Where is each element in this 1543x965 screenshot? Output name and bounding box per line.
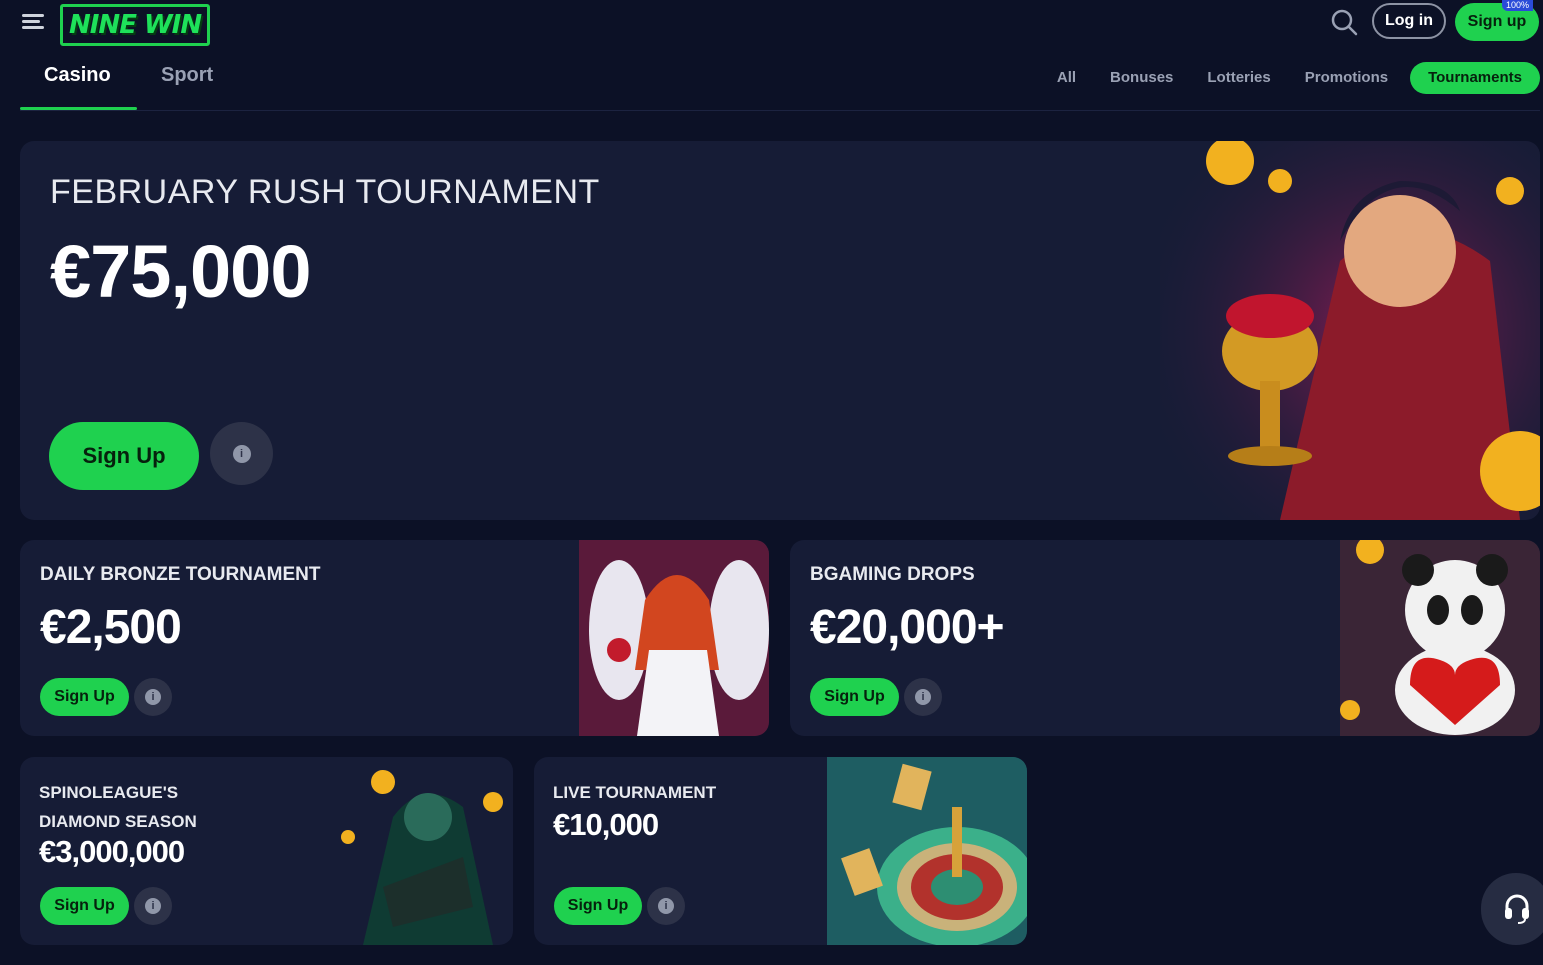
filter-lotteries[interactable]: Lotteries (1195, 62, 1282, 94)
tournament-signup-button[interactable]: Sign Up (40, 887, 129, 925)
logo[interactable]: NINE WIN (60, 4, 211, 46)
info-button[interactable]: i (134, 887, 172, 925)
filter-tabs: All Bonuses Lotteries Promotions Tournam… (1035, 62, 1540, 94)
info-button[interactable]: i (904, 678, 942, 716)
info-icon: i (658, 898, 674, 914)
menu-icon[interactable] (20, 12, 46, 32)
headset-icon (1505, 894, 1529, 924)
promo-illustration (827, 757, 1027, 945)
tournament-prize: €20,000+ (810, 601, 1005, 654)
info-button[interactable]: i (647, 887, 685, 925)
tournament-prize: €3,000,000 (39, 834, 185, 869)
promo-illustration (579, 540, 769, 736)
top-bar: NINE WIN Log in Sign up 100% (0, 0, 1543, 46)
login-button[interactable]: Log in (1372, 3, 1446, 39)
tournament-card[interactable]: BGAMING DROPS €20,000+ Sign Up i (790, 540, 1540, 736)
tournament-prize: €10,000 (553, 807, 659, 842)
tournament-signup-button[interactable]: Sign Up (40, 678, 129, 716)
filter-bonuses[interactable]: Bonuses (1098, 62, 1185, 94)
info-button[interactable]: i (134, 678, 172, 716)
tournament-signup-button[interactable]: Sign Up (810, 678, 899, 716)
active-tab-indicator (20, 107, 137, 110)
support-chat-button[interactable] (1481, 873, 1543, 945)
promo-illustration (1160, 141, 1540, 520)
tab-casino[interactable]: Casino (44, 64, 111, 87)
filter-promotions[interactable]: Promotions (1293, 62, 1400, 94)
info-icon: i (145, 689, 161, 705)
search-icon[interactable] (1330, 8, 1358, 36)
filter-all[interactable]: All (1045, 62, 1088, 94)
tournament-prize: €75,000 (50, 230, 311, 313)
tournament-title: FEBRUARY RUSH TOURNAMENT (50, 173, 600, 211)
tournament-title: BGAMING DROPS (810, 564, 975, 585)
tournament-card[interactable]: LIVE TOURNAMENT €10,000 Sign Up i (534, 757, 1027, 945)
info-icon: i (915, 689, 931, 705)
tournament-title: LIVE TOURNAMENT (553, 783, 717, 802)
tournament-prize: €2,500 (40, 601, 182, 654)
tournament-title: DAILY BRONZE TOURNAMENT (40, 564, 321, 585)
info-icon: i (145, 898, 161, 914)
info-icon: i (232, 444, 251, 463)
promo-illustration (341, 770, 503, 945)
tournament-signup-button[interactable]: Sign Up (554, 887, 642, 925)
filter-tournaments[interactable]: Tournaments (1410, 62, 1540, 94)
tab-sport[interactable]: Sport (161, 64, 213, 87)
tournament-card[interactable]: SPINOLEAGUE'S DIAMOND SEASON €3,000,000 … (20, 757, 513, 945)
tournament-signup-button[interactable]: Sign Up (49, 422, 199, 490)
promo-illustration (1340, 540, 1540, 736)
info-button[interactable]: i (210, 422, 273, 485)
tournament-card[interactable]: DAILY BRONZE TOURNAMENT €2,500 Sign Up i (20, 540, 769, 736)
tournament-title: SPINOLEAGUE'S DIAMOND SEASON (39, 783, 197, 831)
bonus-badge: 100% (1502, 0, 1534, 11)
tournament-card-featured[interactable]: FEBRUARY RUSH TOURNAMENT €75,000 Sign Up… (20, 141, 1540, 520)
